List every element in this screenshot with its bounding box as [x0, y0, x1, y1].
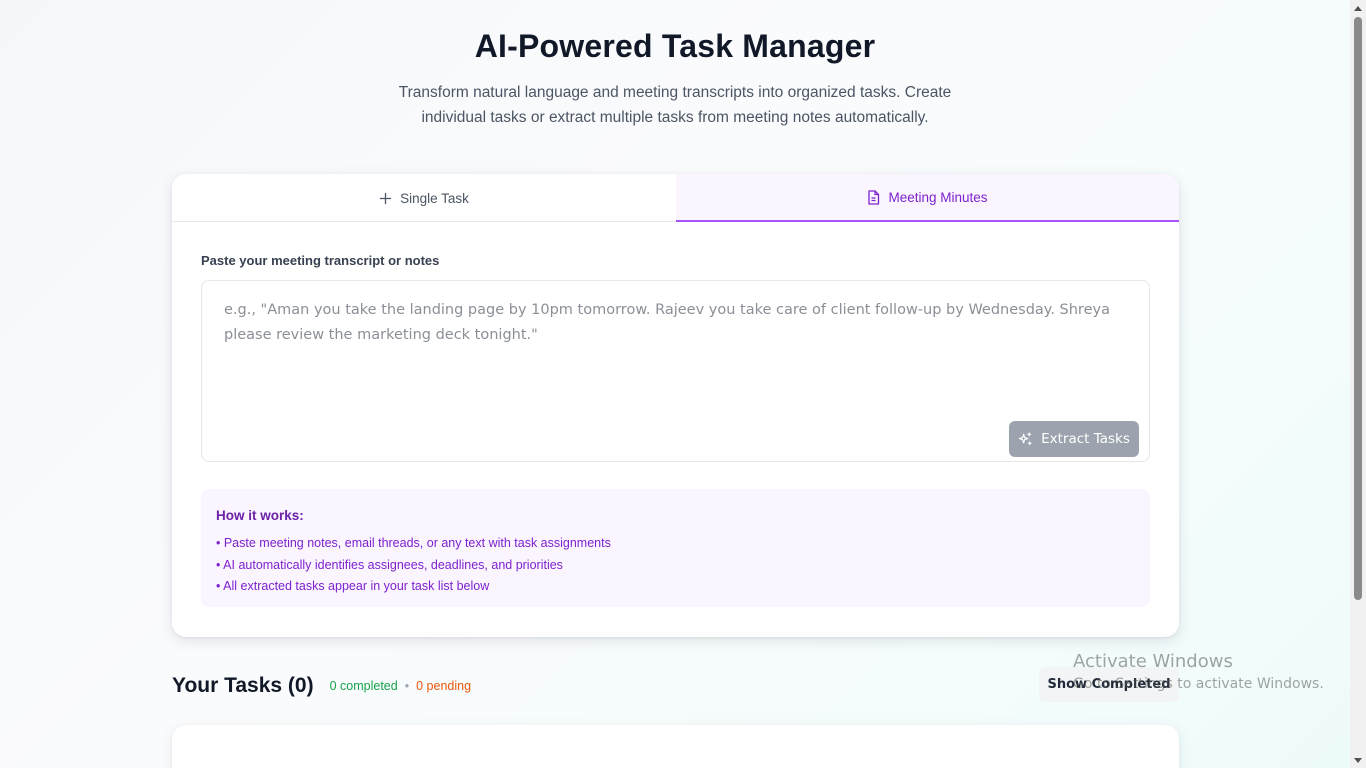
completed-count: 0 completed: [329, 679, 398, 693]
pending-count: 0 pending: [416, 679, 472, 693]
document-icon: [867, 189, 880, 205]
tasks-header: Your Tasks (0) 0 completed • 0 pending: [172, 672, 471, 700]
page-subtitle: Transform natural language and meeting t…: [398, 84, 952, 126]
how-it-works-panel: How it works: • Paste meeting notes, ema…: [201, 489, 1150, 607]
transcript-label: Paste your meeting transcript or notes: [201, 253, 440, 268]
tab-single-task-label: Single Task: [400, 190, 469, 206]
extract-tasks-button[interactable]: Extract Tasks: [1009, 421, 1139, 457]
tab-meeting-minutes[interactable]: Meeting Minutes: [676, 174, 1179, 222]
stats-separator: •: [404, 679, 410, 693]
how-it-works-item: • Paste meeting notes, email threads, or…: [216, 536, 611, 550]
tab-meeting-minutes-label: Meeting Minutes: [888, 189, 988, 205]
task-list-card: [172, 725, 1179, 768]
sparkles-icon: [1018, 431, 1033, 447]
task-input-card: Single Task Meeting Minutes Paste your m…: [172, 174, 1179, 637]
tab-single-task[interactable]: Single Task: [172, 174, 676, 222]
extract-tasks-label: Extract Tasks: [1041, 431, 1130, 447]
vertical-scrollbar[interactable]: [1350, 0, 1366, 768]
plus-icon: [379, 192, 392, 205]
scroll-up-arrow-icon[interactable]: [1350, 0, 1366, 16]
show-completed-button[interactable]: Show Completed: [1039, 667, 1179, 702]
how-it-works-list: • Paste meeting notes, email threads, or…: [216, 533, 611, 598]
scrollbar-thumb[interactable]: [1354, 17, 1362, 600]
scroll-down-arrow-icon[interactable]: [1350, 752, 1366, 768]
how-it-works-item: • AI automatically identifies assignees,…: [216, 557, 563, 572]
tasks-title: Your Tasks (0): [172, 674, 314, 697]
how-it-works-title: How it works:: [216, 508, 304, 523]
tab-bar: Single Task Meeting Minutes: [172, 174, 1179, 222]
page-title: AI-Powered Task Manager: [474, 28, 876, 64]
transcript-field-container: Extract Tasks: [201, 280, 1150, 462]
page: AI-Powered Task Manager Transform natura…: [0, 0, 1350, 768]
transcript-input[interactable]: [202, 281, 1149, 461]
how-it-works-item: • All extracted tasks appear in your tas…: [216, 579, 490, 593]
task-stats: 0 completed • 0 pending: [330, 679, 471, 693]
